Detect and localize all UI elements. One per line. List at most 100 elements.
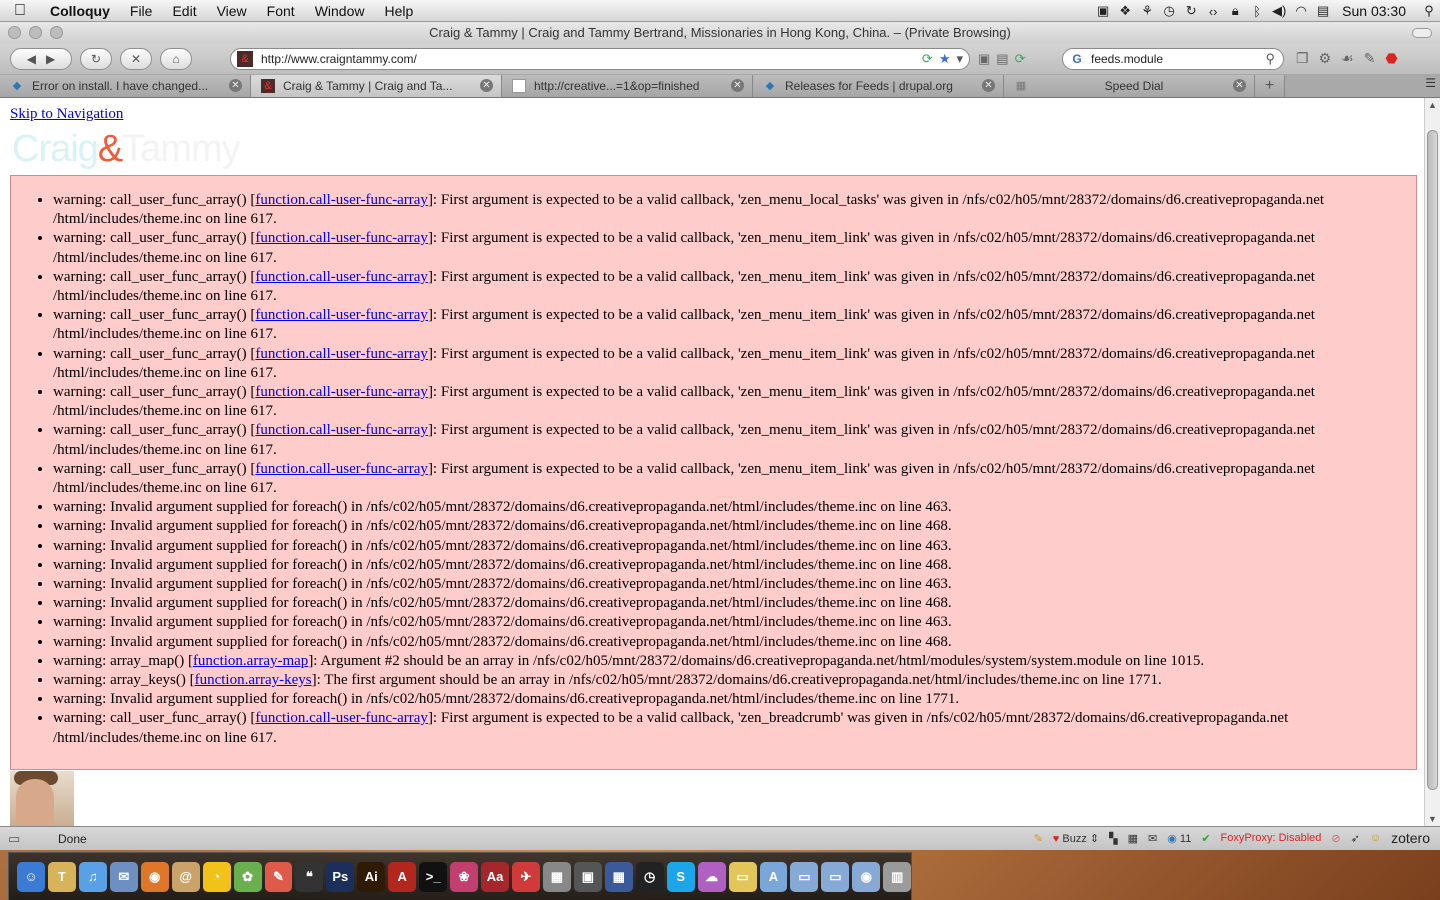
search-input[interactable]: feeds.module	[1091, 52, 1163, 66]
toolbar-toggle-button[interactable]	[1412, 28, 1432, 38]
illustrator-icon[interactable]: Ai	[357, 861, 386, 892]
count-badge[interactable]: ◉ 11	[1167, 832, 1191, 845]
php-doc-link[interactable]: function.call-user-func-array	[255, 461, 428, 477]
gear-icon[interactable]: ⚙	[1319, 50, 1332, 67]
php-doc-link[interactable]: function.call-user-func-array	[255, 230, 428, 246]
briefcase-icon[interactable]: ▣	[978, 51, 990, 67]
clock[interactable]: Sun 03:30	[1334, 3, 1418, 19]
wifi-icon[interactable]: ◠	[1290, 3, 1312, 19]
skype-icon[interactable]: S	[666, 861, 695, 892]
windows-status-icon[interactable]: ▚	[1109, 832, 1117, 845]
trash-icon[interactable]: ▥	[883, 861, 912, 892]
php-doc-link[interactable]: function.call-user-func-array	[255, 710, 428, 726]
photoshop-icon[interactable]: Ps	[326, 861, 355, 892]
reload-button[interactable]: ↻	[80, 48, 112, 70]
close-tab-icon[interactable]: ✕	[982, 79, 995, 92]
php-doc-link[interactable]: function.call-user-func-array	[255, 422, 428, 438]
code-icon[interactable]: ‹›	[1202, 4, 1224, 19]
buzz-button[interactable]: ♥ Buzz ⇕	[1053, 832, 1099, 845]
mail-status-icon[interactable]: ✉	[1148, 832, 1157, 845]
calculator-icon[interactable]: ▦	[542, 861, 571, 892]
timemachine-icon[interactable]: ◷	[1158, 3, 1180, 19]
tagit-icon[interactable]: T	[47, 861, 76, 892]
fox-icon[interactable]: ⊘	[1331, 832, 1340, 845]
search-bar[interactable]: G feeds.module ⚲	[1062, 48, 1284, 70]
back-forward-buttons[interactable]: ◀ ▶	[10, 48, 72, 70]
scroll-up-icon[interactable]: ▲	[1428, 100, 1437, 110]
docs-folder-icon[interactable]: ▭	[790, 861, 819, 892]
scroll-thumb[interactable]	[1427, 130, 1438, 790]
php-doc-link[interactable]: function.call-user-func-array	[255, 307, 428, 323]
dashboard-icon[interactable]: ◷	[635, 861, 664, 892]
menu-window[interactable]: Window	[305, 3, 375, 19]
flag-us-icon[interactable]: ▤	[1312, 3, 1334, 19]
terminal-icon[interactable]: >_	[419, 861, 448, 892]
screens-icon[interactable]: ▣	[573, 861, 602, 892]
php-doc-link[interactable]: function.call-user-func-array	[255, 346, 428, 362]
adium-icon[interactable]: ◔	[202, 861, 231, 892]
menu-font[interactable]: Font	[257, 3, 305, 19]
php-doc-link[interactable]: function.array-map	[193, 653, 308, 669]
status-screen-icon[interactable]: ▭	[8, 831, 30, 847]
spaces-icon[interactable]: ▦	[604, 861, 633, 892]
mail-icon[interactable]: ✉	[109, 861, 138, 892]
tab-list-icon[interactable]: ☰	[1425, 76, 1436, 90]
check-icon[interactable]: ✔	[1201, 832, 1210, 845]
refresh-feed-icon[interactable]: ⟳	[922, 51, 933, 67]
grid-status-icon[interactable]: ▦	[1128, 832, 1138, 845]
url-bar[interactable]: & http://www.craigntammy.com/ ⟳ ★ ▾	[230, 48, 970, 70]
tab-creative-finished[interactable]: http://creative...=1&op=finished ✕	[502, 75, 753, 97]
colloquy-icon[interactable]: ☁	[697, 861, 726, 892]
new-tab-button[interactable]: +	[1255, 75, 1285, 97]
menu-view[interactable]: View	[207, 3, 257, 19]
php-doc-link[interactable]: function.call-user-func-array	[255, 269, 428, 285]
flower-icon[interactable]: ❀	[450, 861, 479, 892]
itunes-icon[interactable]: ♫	[78, 861, 107, 892]
volume-icon[interactable]: ◀)	[1268, 3, 1290, 19]
search-icon[interactable]: ⚲	[1265, 51, 1275, 67]
sync-addon-icon[interactable]: ⟳	[1015, 51, 1026, 67]
finder-icon[interactable]: ☺	[17, 861, 45, 892]
zotero-button[interactable]: zotero	[1391, 830, 1430, 846]
lock-icon[interactable]: 🔒︎	[1224, 3, 1246, 19]
bird-icon[interactable]: ➶	[1351, 832, 1360, 845]
close-tab-icon[interactable]: ✕	[1233, 79, 1246, 92]
back-icon[interactable]: ◀	[27, 52, 36, 66]
php-doc-link[interactable]: function.call-user-func-array	[255, 192, 428, 208]
greasemonkey-icon[interactable]: ☙	[1341, 50, 1354, 67]
close-window-button[interactable]	[8, 26, 21, 39]
close-tab-icon[interactable]: ✕	[480, 79, 493, 92]
close-tab-icon[interactable]: ✕	[731, 79, 744, 92]
bookmark-icon[interactable]: ✈	[512, 861, 540, 892]
minimize-window-button[interactable]	[29, 26, 42, 39]
menu-file[interactable]: File	[120, 3, 163, 19]
site-logo[interactable]: Craig&Tammy	[12, 128, 241, 171]
bookmark-star-icon[interactable]: ★	[939, 51, 951, 67]
chevron-down-icon[interactable]: ▾	[956, 51, 963, 67]
php-doc-link[interactable]: function.array-keys	[195, 672, 312, 688]
bookmarks-icon[interactable]: ▤	[996, 51, 1008, 67]
screen-icon[interactable]: ▣	[1092, 3, 1114, 19]
apple-menu-icon[interactable]: 	[0, 2, 40, 20]
chat-icon[interactable]: ✿	[233, 861, 262, 892]
tab-speed-dial[interactable]: ▦ Speed Dial ✕	[1004, 75, 1255, 97]
vertical-scrollbar[interactable]: ▲ ▼	[1424, 98, 1440, 826]
foxyproxy-status[interactable]: FoxyProxy: Disabled	[1221, 832, 1322, 844]
dropbox-icon[interactable]: ❖	[1114, 3, 1136, 19]
close-tab-icon[interactable]: ✕	[229, 79, 242, 92]
dictionary-icon[interactable]: Aa	[481, 861, 509, 892]
feather-icon[interactable]: ✎	[1364, 50, 1376, 67]
zoom-window-button[interactable]	[50, 26, 63, 39]
tab-error-on-install[interactable]: ◆ Error on install. I have changed... ✕	[0, 75, 251, 97]
skip-to-navigation-link[interactable]: Skip to Navigation	[10, 106, 123, 123]
acrobat-icon[interactable]: A	[388, 861, 417, 892]
stop-button[interactable]: ✕	[120, 48, 152, 70]
tab-releases-feeds[interactable]: ◆ Releases for Feeds | drupal.org ✕	[753, 75, 1004, 97]
adblock-icon[interactable]: ⬣	[1385, 50, 1397, 67]
timemachine-alt-icon[interactable]: ⚘	[1136, 3, 1158, 19]
stack-icon[interactable]: ◉	[852, 861, 881, 892]
bluetooth-icon[interactable]: ᛒ	[1246, 4, 1268, 19]
apps-folder-icon[interactable]: A	[759, 861, 788, 892]
firefox-icon[interactable]: ◉	[140, 861, 169, 892]
google-icon[interactable]: G	[1063, 52, 1091, 66]
